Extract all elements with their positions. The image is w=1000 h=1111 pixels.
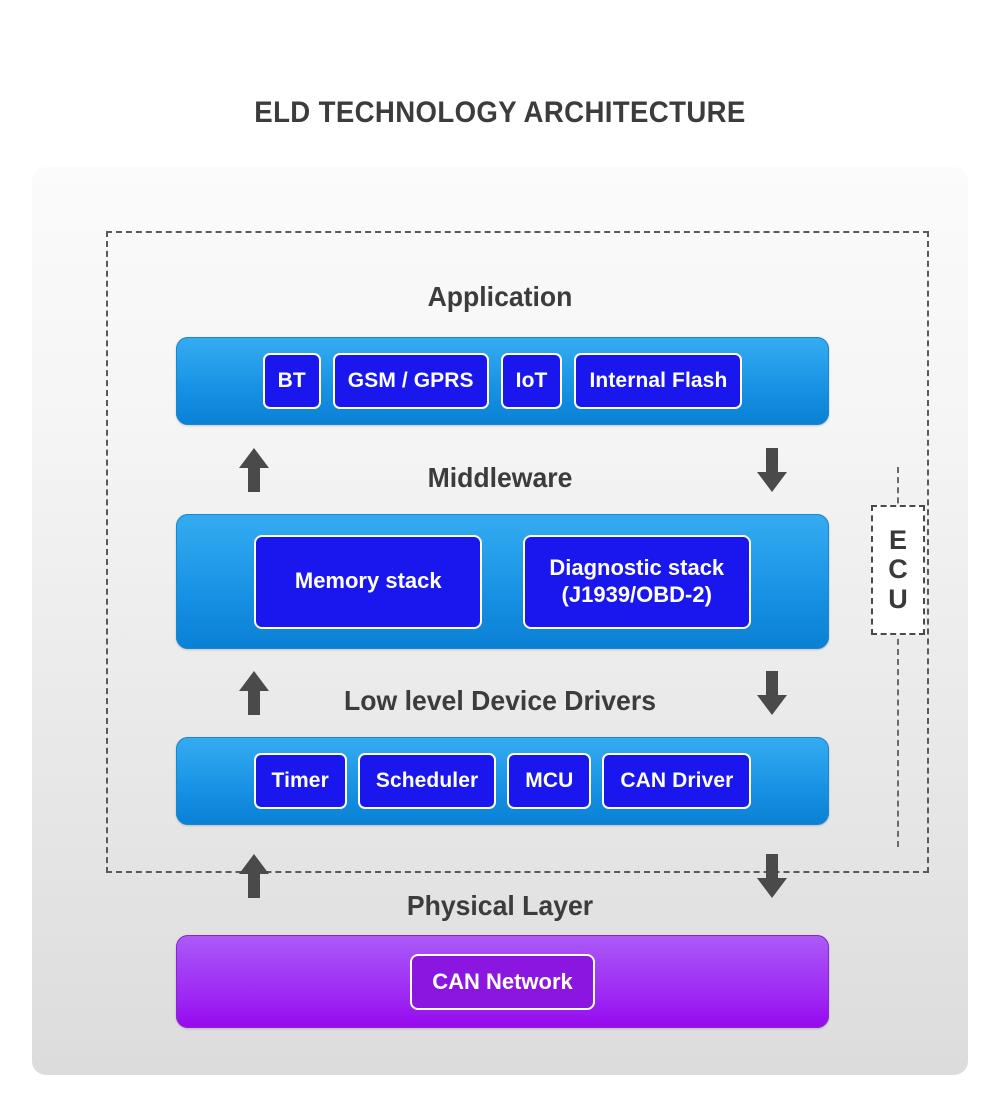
- low-level-device-drivers-bar: Timer Scheduler MCU CAN Driver: [176, 737, 829, 825]
- layer-label-physical: Physical Layer: [406, 890, 594, 921]
- chip-scheduler[interactable]: Scheduler: [357, 753, 497, 809]
- ecu-letter-e: E: [888, 524, 907, 555]
- layer-label-low-level-device-drivers: Low level Device Drivers: [344, 685, 656, 716]
- chip-gsm-gprs[interactable]: GSM / GPRS: [332, 353, 489, 409]
- page-title: ELD TECHNOLOGY ARCHITECTURE: [254, 96, 746, 129]
- chip-memory-stack[interactable]: Memory stack: [254, 534, 483, 629]
- application-layer-bar: BT GSM / GPRS IoT Internal Flash: [176, 337, 829, 425]
- ecu-letter-c: C: [888, 554, 908, 585]
- chip-can-driver[interactable]: CAN Driver: [602, 753, 752, 809]
- middleware-layer-bar: Memory stack Diagnostic stack (J1939/OBD…: [176, 514, 829, 649]
- chip-iot[interactable]: IoT: [500, 353, 563, 409]
- chip-diagnostic-stack-line2: (J1939/OBD-2): [561, 581, 712, 607]
- chip-mcu[interactable]: MCU: [507, 753, 592, 809]
- chip-diagnostic-stack[interactable]: Diagnostic stack (J1939/OBD-2): [522, 534, 751, 629]
- layer-label-application: Application: [427, 281, 573, 312]
- physical-layer-bar: CAN Network: [176, 935, 829, 1028]
- chip-bt[interactable]: BT: [262, 353, 321, 409]
- chip-timer[interactable]: Timer: [253, 753, 347, 809]
- ecu-label-box: E C U: [871, 505, 925, 635]
- architecture-card: E C U Application BT GSM / GPRS IoT Inte…: [32, 167, 968, 1075]
- chip-internal-flash[interactable]: Internal Flash: [574, 353, 743, 409]
- chip-diagnostic-stack-line1: Diagnostic stack: [549, 554, 725, 580]
- ecu-letter-u: U: [888, 583, 908, 614]
- layer-label-middleware: Middleware: [427, 462, 573, 493]
- chip-can-network[interactable]: CAN Network: [410, 953, 595, 1010]
